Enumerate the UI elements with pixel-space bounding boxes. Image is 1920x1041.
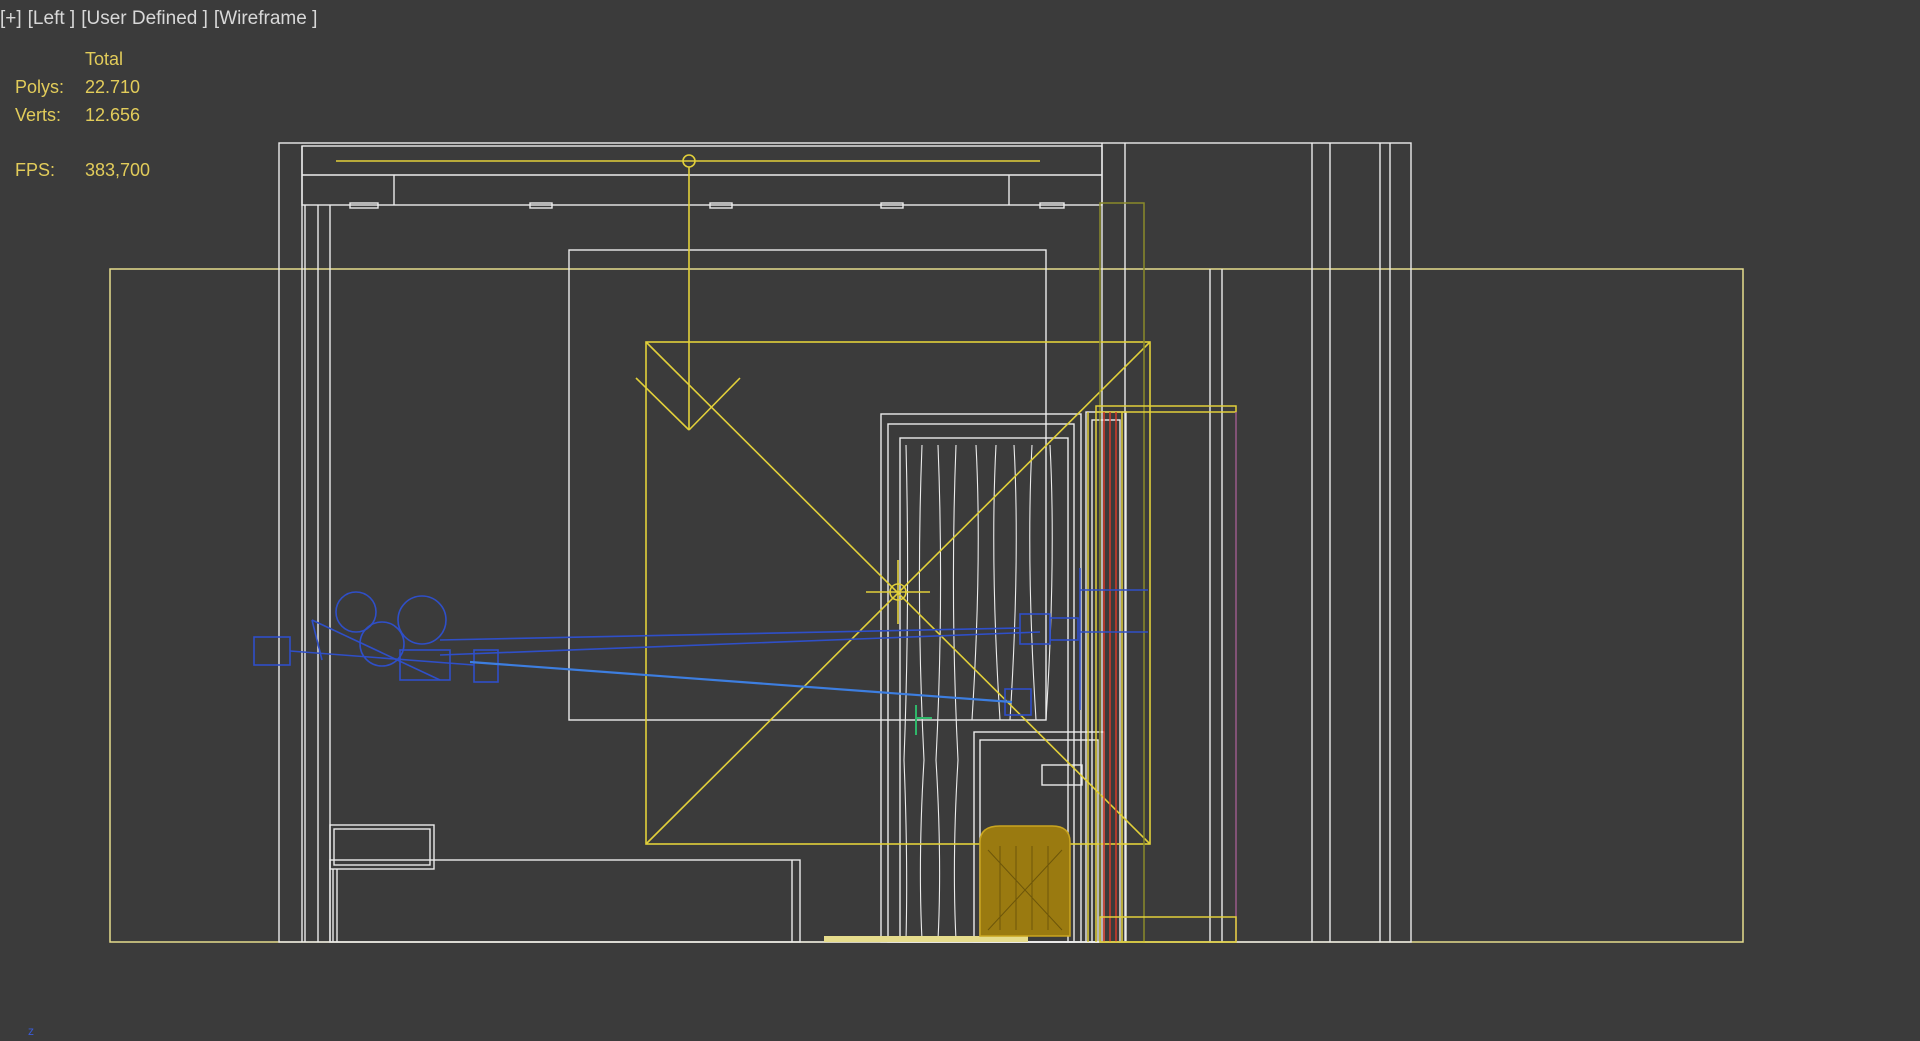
room-bounding-box[interactable] xyxy=(109,268,1744,943)
axis-tripod: z xyxy=(28,1024,34,1038)
wall-panels[interactable] xyxy=(1087,202,1237,943)
room-walls[interactable] xyxy=(278,142,1412,943)
camera-target-line xyxy=(469,660,1013,704)
viewport-left[interactable]: [+] [Left ] [User Defined ] [Wireframe ]… xyxy=(0,0,1920,1041)
wireframe-scene[interactable] xyxy=(0,0,1920,1041)
armchair-object[interactable] xyxy=(979,825,1071,937)
floor-rug[interactable] xyxy=(824,936,1028,942)
